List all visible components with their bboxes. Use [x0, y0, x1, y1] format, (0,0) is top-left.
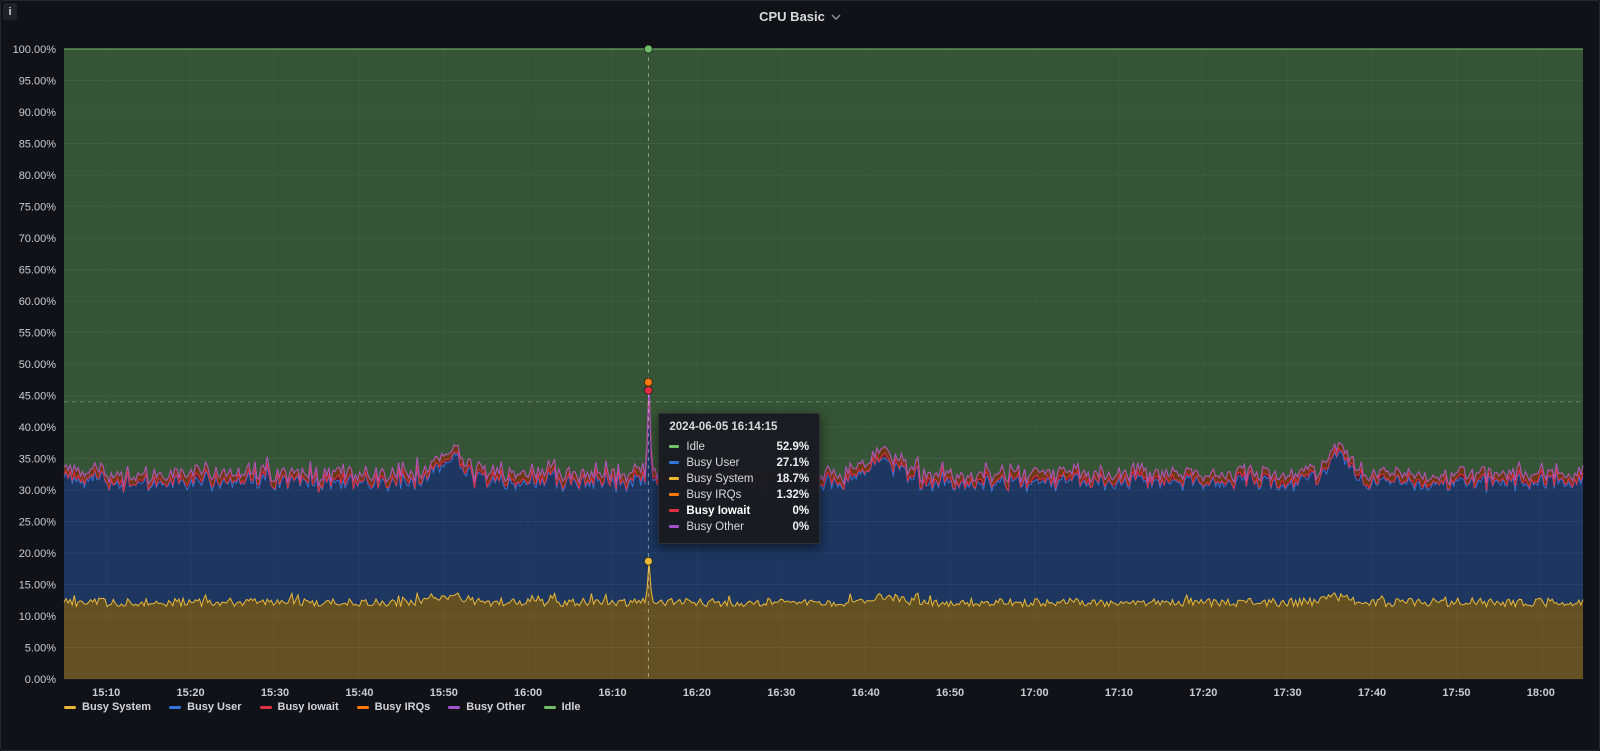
- y-axis-label: 35.00%: [19, 454, 57, 466]
- y-axis-label: 15.00%: [19, 580, 57, 592]
- legend-item-busy-user[interactable]: Busy User: [169, 701, 242, 713]
- legend-label: Idle: [561, 701, 581, 713]
- x-axis-label: 17:50: [1442, 687, 1470, 699]
- y-axis-label: 70.00%: [19, 233, 57, 245]
- y-axis-label: 50.00%: [19, 359, 57, 371]
- y-axis-label: 100.00%: [13, 44, 57, 56]
- cpu-usage-chart[interactable]: 0.00% 5.00% 10.00% 15.00% 20.00% 25.00% 30.00%…: [1, 1, 1600, 751]
- cursor-dot-busy-irqs: [643, 377, 653, 387]
- y-axis-label: 30.00%: [19, 485, 57, 497]
- x-axis-label: 15:20: [177, 687, 205, 699]
- panel-title[interactable]: CPU Basic: [759, 9, 825, 24]
- legend-item-idle[interactable]: Idle: [543, 701, 581, 713]
- x-axis-label: 15:30: [261, 687, 289, 699]
- legend-item-busy-irqs[interactable]: Busy IRQs: [356, 701, 431, 713]
- cpu-basic-panel: i CPU Basic 0.00% 5.00% 10.00% 15.00% 20.00%…: [0, 0, 1600, 751]
- legend-label: Busy Iowait: [277, 701, 339, 713]
- y-axis-label: 5.00%: [25, 643, 56, 655]
- legend: Busy System Busy User Busy Iowait Busy IRQs…: [64, 701, 581, 713]
- area-idle: [64, 49, 1583, 487]
- legend-item-busy-iowait[interactable]: Busy Iowait: [259, 701, 339, 713]
- y-axis-label: 80.00%: [19, 170, 57, 182]
- series-color-icon: [448, 705, 461, 709]
- cursor-dot-busy-iowait: [643, 385, 653, 395]
- x-axis-label: 16:00: [514, 687, 542, 699]
- x-axis-label: 17:00: [1020, 687, 1048, 699]
- legend-label: Busy Other: [466, 701, 526, 713]
- y-axis-label: 20.00%: [19, 548, 57, 560]
- y-axis-label: 60.00%: [19, 296, 57, 308]
- legend-label: Busy IRQs: [374, 701, 431, 713]
- x-axis-label: 17:40: [1358, 687, 1386, 699]
- x-axis-label: 16:30: [767, 687, 795, 699]
- x-axis-label: 17:30: [1274, 687, 1302, 699]
- grid: [64, 48, 1583, 680]
- x-axis-label: 17:10: [1105, 687, 1133, 699]
- series-color-icon: [64, 705, 76, 709]
- x-axis-label: 15:10: [92, 687, 120, 699]
- y-axis-label: 75.00%: [19, 202, 57, 214]
- series-color-icon: [169, 705, 182, 709]
- legend-label: Busy User: [187, 701, 242, 713]
- y-axis-label: 10.00%: [19, 611, 57, 623]
- x-axis-label: 16:40: [852, 687, 880, 699]
- series-color-icon: [543, 705, 556, 709]
- x-axis-label: 16:20: [683, 687, 711, 699]
- x-axis-label: 15:40: [345, 687, 373, 699]
- y-axis-label: 85.00%: [19, 139, 57, 151]
- y-axis-label: 90.00%: [19, 107, 57, 119]
- series-color-icon: [259, 705, 272, 709]
- legend-item-busy-system[interactable]: Busy System: [64, 701, 151, 713]
- legend-item-busy-other[interactable]: Busy Other: [448, 701, 526, 713]
- y-axis-label: 0.00%: [25, 674, 56, 686]
- x-axis-label: 17:20: [1189, 687, 1217, 699]
- panel-header[interactable]: CPU Basic: [1, 1, 1599, 31]
- y-axis-label: 40.00%: [19, 422, 57, 434]
- y-axis-label: 25.00%: [19, 517, 57, 529]
- chevron-down-icon: [831, 14, 841, 20]
- info-icon-glyph: i: [8, 5, 12, 18]
- y-axis-label: 65.00%: [19, 265, 57, 277]
- x-axis-label: 16:10: [598, 687, 626, 699]
- legend-label: Busy System: [82, 701, 152, 713]
- y-axis-label: 55.00%: [19, 328, 57, 340]
- x-axis-label: 16:50: [936, 687, 964, 699]
- series-color-icon: [356, 705, 369, 709]
- x-axis-label: 18:00: [1527, 687, 1555, 699]
- y-axis-label: 95.00%: [19, 76, 57, 88]
- x-axis-label: 15:50: [430, 687, 458, 699]
- panel-info-icon[interactable]: i: [3, 3, 17, 20]
- y-axis-label: 45.00%: [19, 391, 57, 403]
- cursor-dot-busy-system: [643, 556, 653, 566]
- cursor-dot-idle: [643, 44, 653, 54]
